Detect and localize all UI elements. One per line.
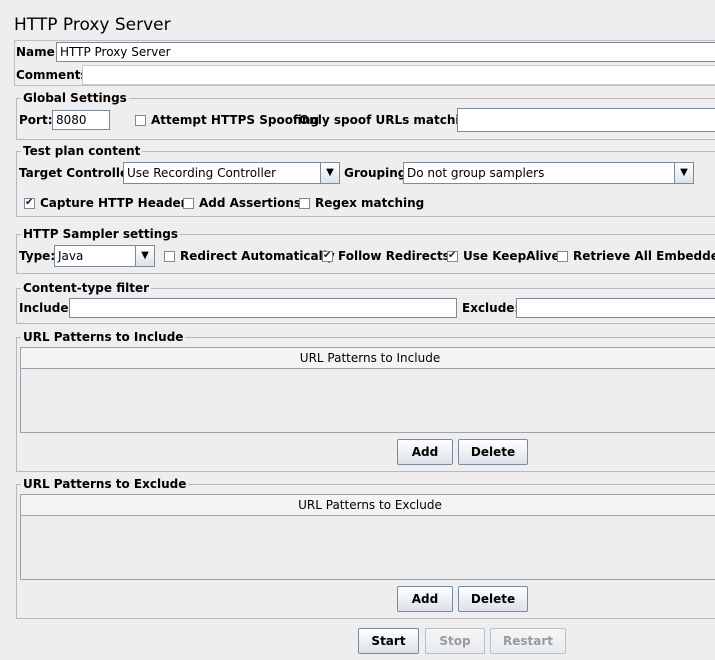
regex-matching-checkbox[interactable]: Regex matching [299,196,424,210]
content-type-filter-legend: Content-type filter [21,281,151,295]
exclude-add-button[interactable]: Add [397,586,453,612]
comments-label: Comments: [16,68,93,82]
grouping-value: Do not group samplers [407,166,545,180]
exclude-patterns-column-header[interactable]: URL Patterns to Exclude [21,495,715,516]
include-patterns-column-header[interactable]: URL Patterns to Include [21,348,715,369]
port-label: Port: [19,113,53,127]
chevron-down-icon[interactable]: ▼ [135,246,154,266]
check-icon [164,251,175,262]
check-icon [447,249,458,263]
retrieve-embedded-label: Retrieve All Embedded Re [573,249,715,263]
exclude-field[interactable] [516,298,715,318]
check-icon [24,196,35,210]
name-field[interactable] [56,42,715,62]
target-controller-select[interactable]: Use Recording Controller ▼ [123,162,340,184]
include-patterns-table[interactable]: URL Patterns to Include [20,347,715,433]
stop-button[interactable]: Stop [425,628,485,654]
port-field[interactable] [52,110,110,130]
capture-headers-checkbox[interactable]: Capture HTTP Headers [24,196,194,210]
use-keepalive-label: Use KeepAlive [463,249,560,263]
add-assertions-label: Add Assertions [199,196,302,210]
regex-matching-label: Regex matching [315,196,425,210]
start-button[interactable]: Start [358,628,419,654]
redirect-automatically-label: Redirect Automatically [180,249,335,263]
exclude-label: Exclude: [462,301,520,315]
include-field[interactable] [69,298,457,318]
use-keepalive-checkbox[interactable]: Use KeepAlive [447,249,560,263]
check-icon [299,198,310,209]
type-value: Java [58,249,84,263]
exclude-delete-button[interactable]: Delete [458,586,528,612]
chevron-down-icon[interactable]: ▼ [320,163,339,183]
check-icon [557,251,568,262]
include-delete-button[interactable]: Delete [458,439,528,465]
add-assertions-checkbox[interactable]: Add Assertions [183,196,301,210]
name-label: Name: [16,45,60,59]
global-settings-legend: Global Settings [21,91,129,105]
test-plan-content-legend: Test plan content [21,144,143,158]
comments-field[interactable] [82,65,715,85]
exclude-patterns-legend: URL Patterns to Exclude [21,477,189,491]
include-patterns-legend: URL Patterns to Include [21,330,186,344]
include-label: Include: [19,301,74,315]
spoof-urls-label: Only spoof URLs matching: [299,113,482,127]
check-icon [135,115,146,126]
retrieve-embedded-checkbox[interactable]: Retrieve All Embedded Re [557,249,715,263]
type-select[interactable]: Java ▼ [54,245,155,267]
include-add-button[interactable]: Add [397,439,453,465]
sampler-settings-legend: HTTP Sampler settings [21,227,180,241]
capture-headers-label: Capture HTTP Headers [40,196,194,210]
type-label: Type: [19,249,56,263]
chevron-down-icon[interactable]: ▼ [674,163,693,183]
check-icon [183,198,194,209]
https-spoofing-label: Attempt HTTPS Spoofing [151,113,319,127]
exclude-patterns-table[interactable]: URL Patterns to Exclude [20,494,715,580]
follow-redirects-checkbox[interactable]: Follow Redirects [322,249,450,263]
target-controller-value: Use Recording Controller [127,166,277,180]
spoof-urls-field[interactable] [457,108,715,132]
grouping-label: Grouping: [344,166,412,180]
https-spoofing-checkbox[interactable]: Attempt HTTPS Spoofing [135,113,319,127]
page-title: HTTP Proxy Server [14,15,171,35]
redirect-automatically-checkbox[interactable]: Redirect Automatically [164,249,335,263]
target-controller-label: Target Controller: [19,166,139,180]
follow-redirects-label: Follow Redirects [338,249,450,263]
restart-button[interactable]: Restart [490,628,566,654]
grouping-select[interactable]: Do not group samplers ▼ [403,162,694,184]
check-icon [322,249,333,263]
